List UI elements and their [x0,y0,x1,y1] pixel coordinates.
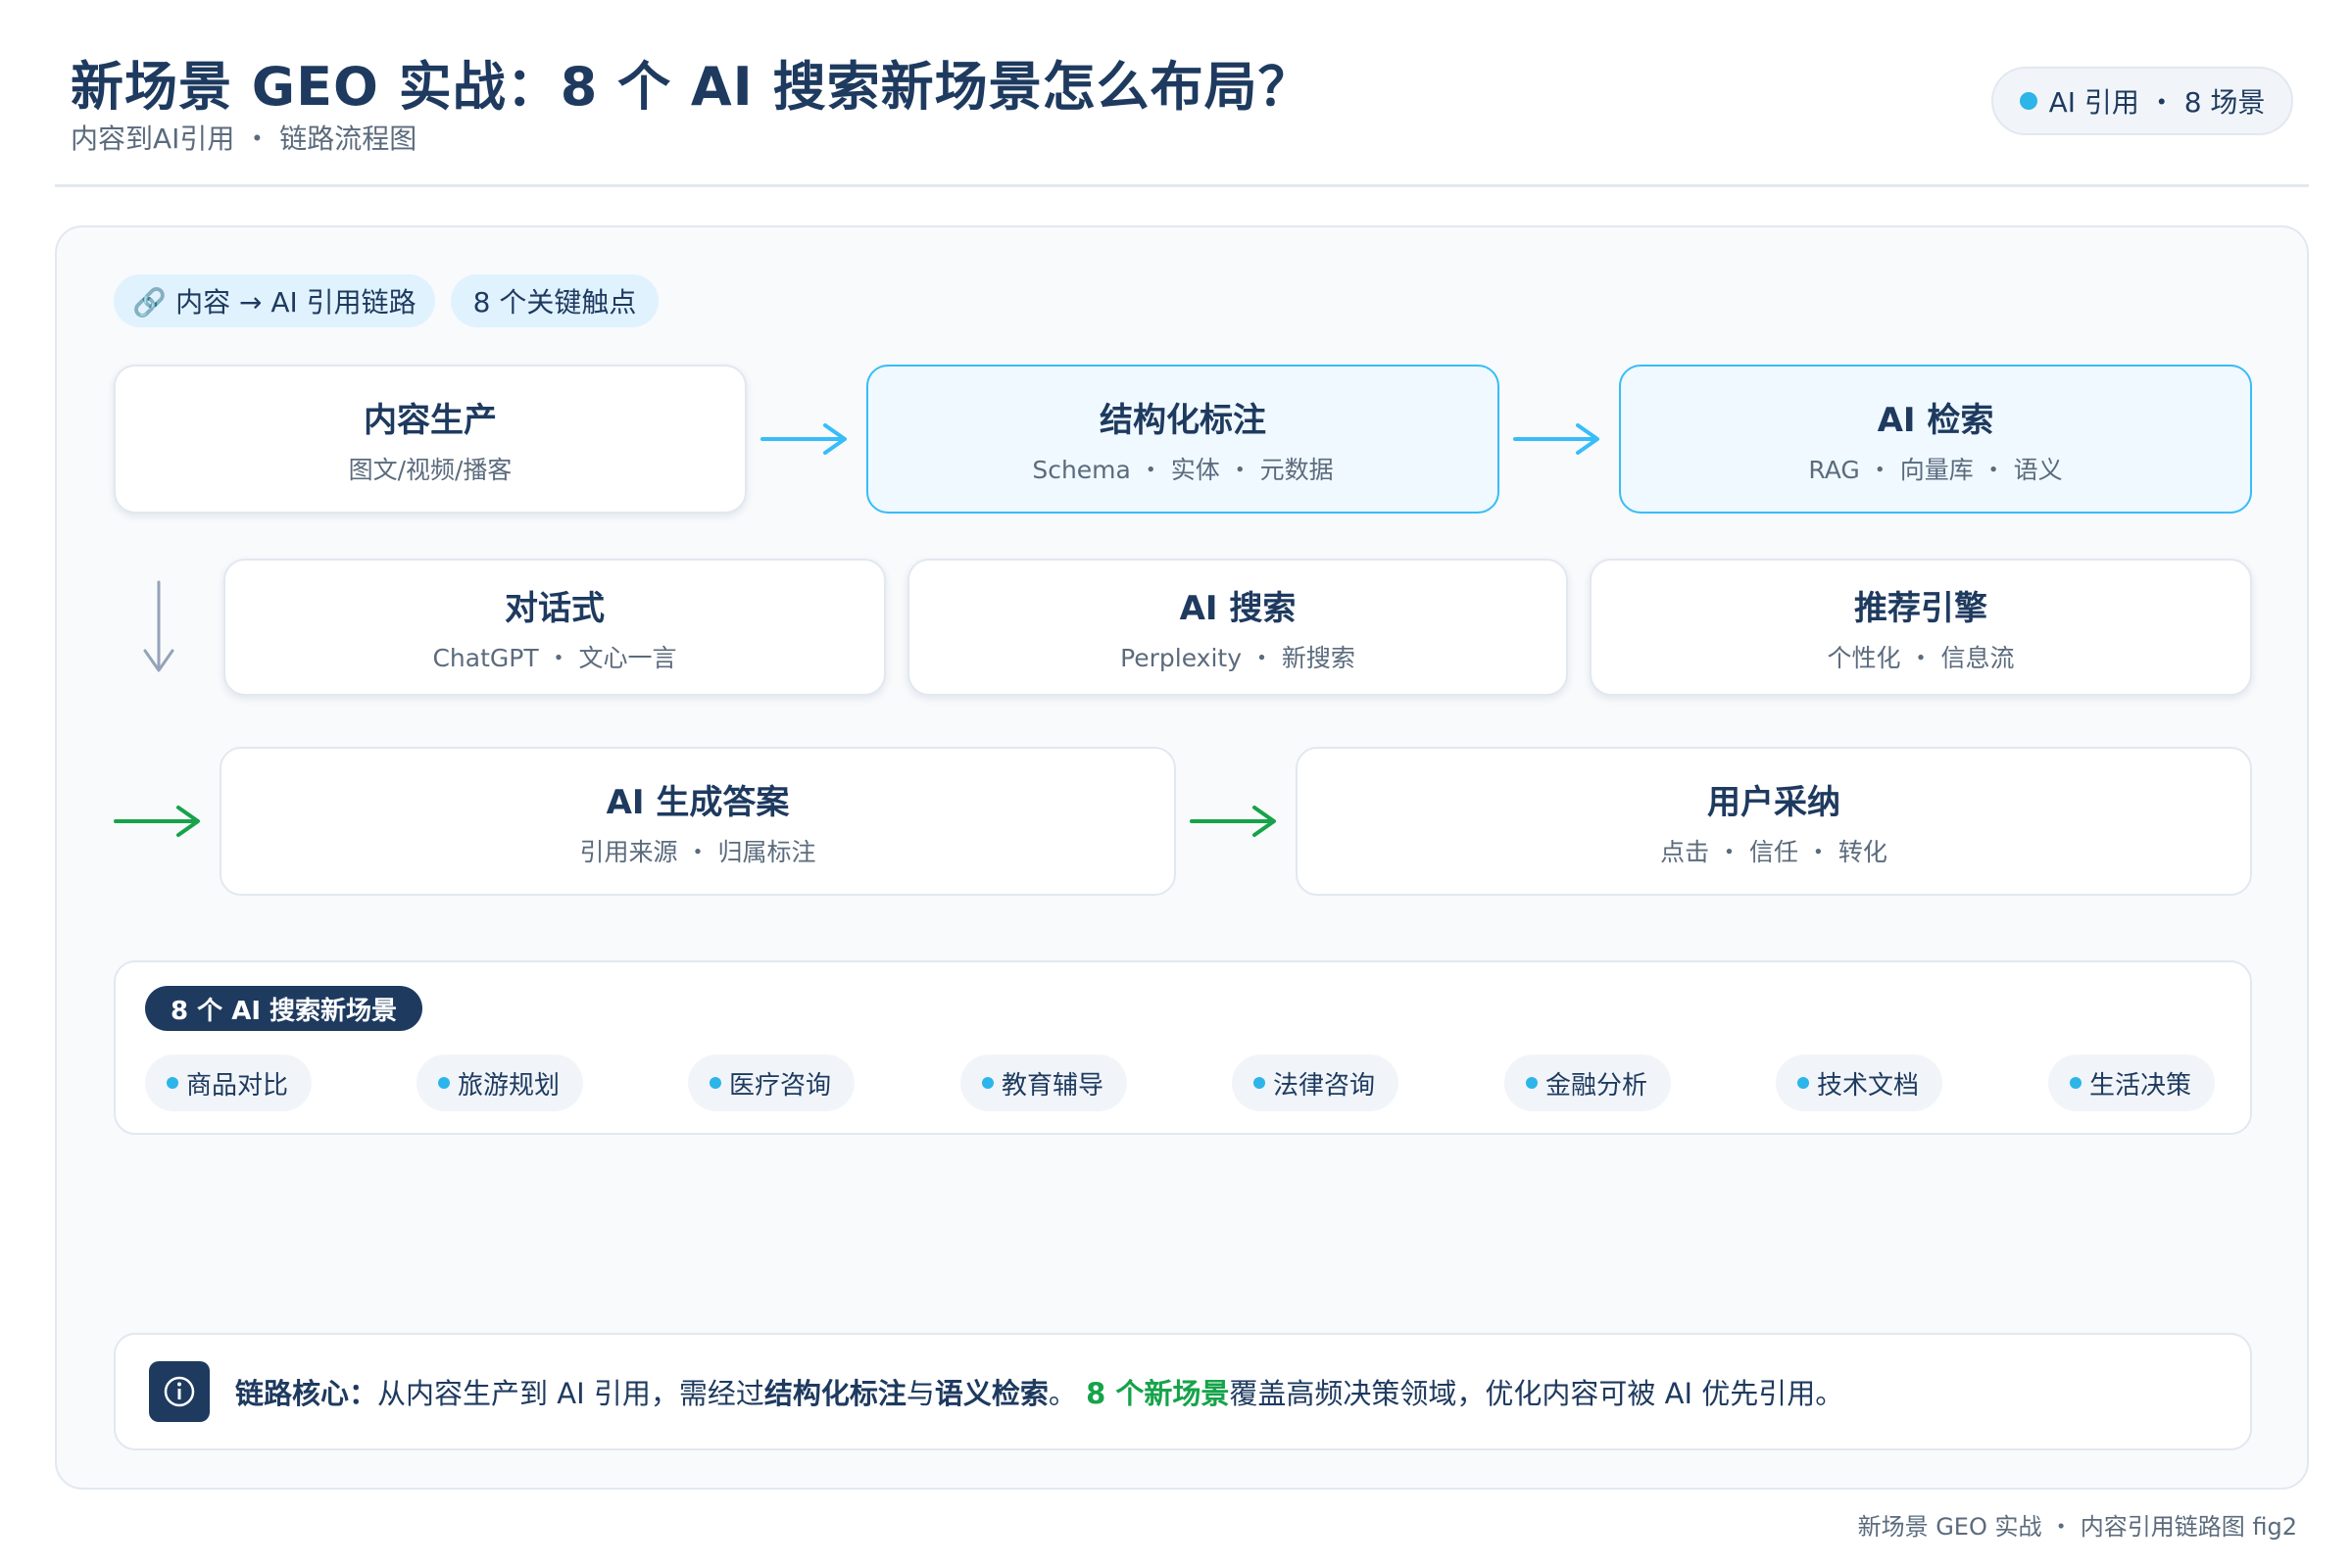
scenarios-title: 8 个 AI 搜索新场景 [145,986,423,1031]
core-part: 与 [906,1377,935,1410]
scenario-tag: 旅游规划 [416,1054,584,1111]
core-part: 覆盖高频决策领域，优化内容可被 AI 优先引用。 [1229,1377,1844,1410]
node-title: 结构化标注 [1100,400,1266,440]
bullet-dot-icon [167,1077,178,1089]
core-summary-text: 链路核心：从内容生产到 AI 引用，需经过结构化标注与语义检索。 8 个新场景覆… [235,1371,1843,1412]
arrow-right-icon [1513,423,1599,455]
node-subtitle: RAG ・ 向量库 ・ 语义 [1808,455,2063,484]
bullet-dot-icon [982,1077,994,1089]
bullet-dot-icon [1526,1077,1538,1089]
bullet-dot-icon [1797,1077,1809,1089]
node-subtitle: Perplexity ・ 新搜索 [1120,643,1355,672]
node-title: 用户采纳 [1707,782,1840,822]
node-user-adoption: 用户采纳 点击 ・ 信任 ・ 转化 [1296,747,2252,896]
scenario-label: 法律咨询 [1273,1070,1376,1101]
core-highlight: 8 个新场景 [1086,1377,1230,1410]
node-content-production: 内容生产 图文/视频/播客 [114,365,747,514]
node-subtitle: 图文/视频/播客 [348,455,513,484]
scenario-label: 医疗咨询 [729,1070,832,1101]
scenario-tag: 技术文档 [1776,1054,1943,1111]
node-title: AI 生成答案 [606,782,790,822]
node-ai-retrieval: AI 检索 RAG ・ 向量库 ・ 语义 [1619,365,2252,514]
scenario-label: 技术文档 [1817,1070,1920,1101]
link-chain-chip: 🔗 内容 → AI 引用链路 [114,274,435,327]
core-lead: 链路核心： [235,1377,378,1410]
node-subtitle: 点击 ・ 信任 ・ 转化 [1660,837,1887,866]
scenario-label: 旅游规划 [458,1070,561,1101]
arrow-right-icon [1190,806,1276,837]
core-part: 。 [1048,1377,1087,1410]
node-title: 推荐引擎 [1854,588,1987,628]
node-ai-search: AI 搜索 Perplexity ・ 新搜索 [907,559,1568,696]
scenario-tag: 商品对比 [145,1054,313,1111]
bullet-dot-icon [1253,1077,1265,1089]
scenario-label: 金融分析 [1545,1070,1648,1101]
node-subtitle: ChatGPT ・ 文心一言 [432,643,677,672]
node-recommendation-engine: 推荐引擎 个性化 ・ 信息流 [1590,559,2252,696]
bullet-dot-icon [710,1077,721,1089]
header-divider [55,184,2309,187]
arrow-right-icon [114,806,200,837]
node-conversational: 对话式 ChatGPT ・ 文心一言 [223,559,886,696]
scenario-tag: 法律咨询 [1232,1054,1399,1111]
core-part: 从内容生产到 AI 引用，需经过 [377,1377,764,1410]
scenario-label: 商品对比 [186,1070,289,1101]
node-subtitle: 引用来源 ・ 归属标注 [579,837,816,866]
node-title: 内容生产 [364,400,497,440]
node-title: 对话式 [505,588,605,628]
core-emphasis: 语义检索 [934,1377,1049,1410]
node-title: AI 搜索 [1179,588,1297,628]
scenario-tag: 生活决策 [2048,1054,2216,1111]
info-icon [149,1361,210,1422]
core-summary-card: 链路核心：从内容生产到 AI 引用，需经过结构化标注与语义检索。 8 个新场景覆… [114,1333,2252,1450]
scenario-label: 教育辅导 [1002,1070,1104,1101]
summary-badge-label: AI 引用 ・ 8 场景 [2048,86,2266,119]
touchpoints-chip: 8 个关键触点 [451,274,659,327]
scenario-tag: 教育辅导 [960,1054,1128,1111]
bullet-dot-icon [2070,1077,2082,1089]
scenario-label: 生活决策 [2089,1070,2192,1101]
arrow-down-icon [143,580,174,672]
node-subtitle: 个性化 ・ 信息流 [1827,643,2015,672]
arrow-right-icon [760,423,847,455]
bullet-dot-icon [438,1077,450,1089]
scenario-tag: 金融分析 [1504,1054,1672,1111]
node-subtitle: Schema ・ 实体 ・ 元数据 [1032,455,1334,484]
page-title: 新场景 GEO 实战：8 个 AI 搜索新场景怎么布局？ [71,56,1312,118]
status-dot-icon [2019,92,2037,110]
scenario-tag: 医疗咨询 [688,1054,856,1111]
summary-badge: AI 引用 ・ 8 场景 [1991,67,2293,135]
node-ai-answer: AI 生成答案 引用来源 ・ 归属标注 [220,747,1176,896]
node-title: AI 检索 [1877,400,1994,440]
node-structured-markup: 结构化标注 Schema ・ 实体 ・ 元数据 [866,365,1499,514]
figure-caption: 新场景 GEO 实战 ・ 内容引用链路图 fig2 [1857,1513,2297,1541]
page-subtitle: 内容到AI引用 ・ 链路流程图 [71,122,417,155]
core-emphasis: 结构化标注 [763,1377,906,1410]
